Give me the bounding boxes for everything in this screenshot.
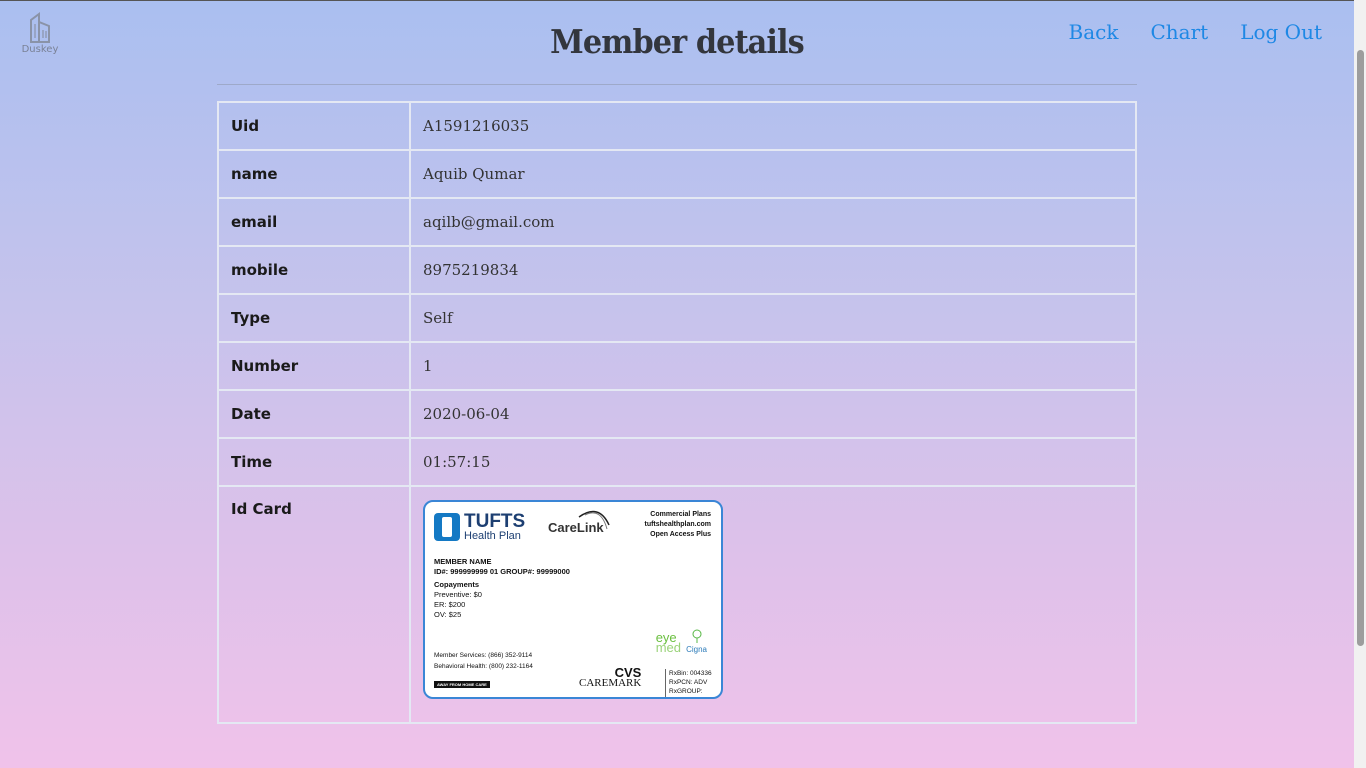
table-row: Uid A1591216035 xyxy=(217,101,1137,151)
card-rx-line: RxGROUP: RXTHP xyxy=(669,688,703,695)
field-value: Aquib Qumar xyxy=(409,149,1137,199)
table-row: Id Card TUFTS Health Plan CareLink Comme… xyxy=(217,485,1137,724)
card-rx-line: RxPCN: ADV xyxy=(669,679,708,686)
table-row: name Aquib Qumar xyxy=(217,149,1137,199)
table-row: Number 1 xyxy=(217,341,1137,391)
chart-link[interactable]: Chart xyxy=(1150,20,1208,44)
card-plan-line: Commercial Plans xyxy=(650,511,711,518)
title-divider xyxy=(217,84,1137,85)
table-row: Time 01:57:15 xyxy=(217,437,1137,487)
card-brand-big: TUFTS xyxy=(464,511,526,532)
cigna-text: Cigna xyxy=(686,645,707,654)
top-nav: Back Chart Log Out xyxy=(1069,20,1322,44)
field-label: Time xyxy=(217,437,411,487)
top-border xyxy=(0,0,1354,1)
building-icon xyxy=(30,12,50,43)
card-plan-info: Commercial Plans tuftshealthplan.com Ope… xyxy=(644,510,711,540)
logout-link[interactable]: Log Out xyxy=(1240,20,1322,44)
card-service-line: Member Services: (866) 352-9114 xyxy=(434,652,533,659)
card-id-line: ID#: 999999999 01 GROUP#: 99999000 xyxy=(434,567,570,576)
field-label: name xyxy=(217,149,411,199)
field-value: 01:57:15 xyxy=(409,437,1137,487)
field-value: A1591216035 xyxy=(409,101,1137,151)
cigna-tree-icon xyxy=(692,629,702,643)
card-copay: OV: $25 xyxy=(434,610,462,619)
scrollbar-thumb[interactable] xyxy=(1357,50,1364,646)
card-service-line: Behavioral Health: (800) 232-1164 xyxy=(434,663,533,670)
table-row: mobile 8975219834 xyxy=(217,245,1137,295)
field-label: Uid xyxy=(217,101,411,151)
id-card-image[interactable]: TUFTS Health Plan CareLink Commercial Pl… xyxy=(423,500,723,699)
eyemed-text: med xyxy=(655,640,681,655)
field-value: 8975219834 xyxy=(409,245,1137,295)
card-plan-line: tuftshealthplan.com xyxy=(644,521,711,528)
card-copay: ER: $200 xyxy=(434,600,466,609)
away-from-home-badge: AWAY FROM HOME CARE xyxy=(434,681,490,688)
card-member-info: MEMBER NAME ID#: 999999999 01 GROUP#: 99… xyxy=(434,557,570,620)
card-copay: Preventive: $0 xyxy=(434,590,482,599)
caremark-text: CAREMARK xyxy=(579,677,642,689)
card-brand-small: Health Plan xyxy=(464,530,521,542)
field-value: Self xyxy=(409,293,1137,343)
table-row: email aqilb@gmail.com xyxy=(217,197,1137,247)
eyemed-logo: eye med xyxy=(655,631,681,655)
carelink-swoosh-icon xyxy=(578,510,610,530)
card-services: Member Services: (866) 352-9114 Behavior… xyxy=(434,650,533,672)
card-plan-line: Open Access Plus xyxy=(650,531,711,538)
member-details-table: Uid A1591216035 name Aquib Qumar email a… xyxy=(217,101,1137,724)
field-label: Type xyxy=(217,293,411,343)
card-rx-line: RxBin: 004336 xyxy=(669,670,712,677)
field-label: Number xyxy=(217,341,411,391)
field-label: Date xyxy=(217,389,411,439)
table-row: Date 2020-06-04 xyxy=(217,389,1137,439)
card-member-name: MEMBER NAME xyxy=(434,557,492,566)
tufts-logo: TUFTS Health Plan xyxy=(434,512,525,542)
card-rx-info: RxBin: 004336 RxPCN: ADV RxGROUP: RXTHP xyxy=(665,669,721,697)
tufts-icon xyxy=(434,513,460,541)
vertical-scrollbar[interactable] xyxy=(1354,0,1366,768)
cigna-logo: Cigna xyxy=(686,629,707,654)
id-card-cell: TUFTS Health Plan CareLink Commercial Pl… xyxy=(409,485,1137,724)
field-value: 2020-06-04 xyxy=(409,389,1137,439)
field-label: mobile xyxy=(217,245,411,295)
back-link[interactable]: Back xyxy=(1069,20,1119,44)
table-row: Type Self xyxy=(217,293,1137,343)
field-value: aqilb@gmail.com xyxy=(409,197,1137,247)
field-label: email xyxy=(217,197,411,247)
cvs-caremark-logo: CVS CAREMARK xyxy=(579,666,642,689)
field-label: Id Card xyxy=(217,485,411,724)
field-value: 1 xyxy=(409,341,1137,391)
card-copay-title: Copayments xyxy=(434,580,480,589)
